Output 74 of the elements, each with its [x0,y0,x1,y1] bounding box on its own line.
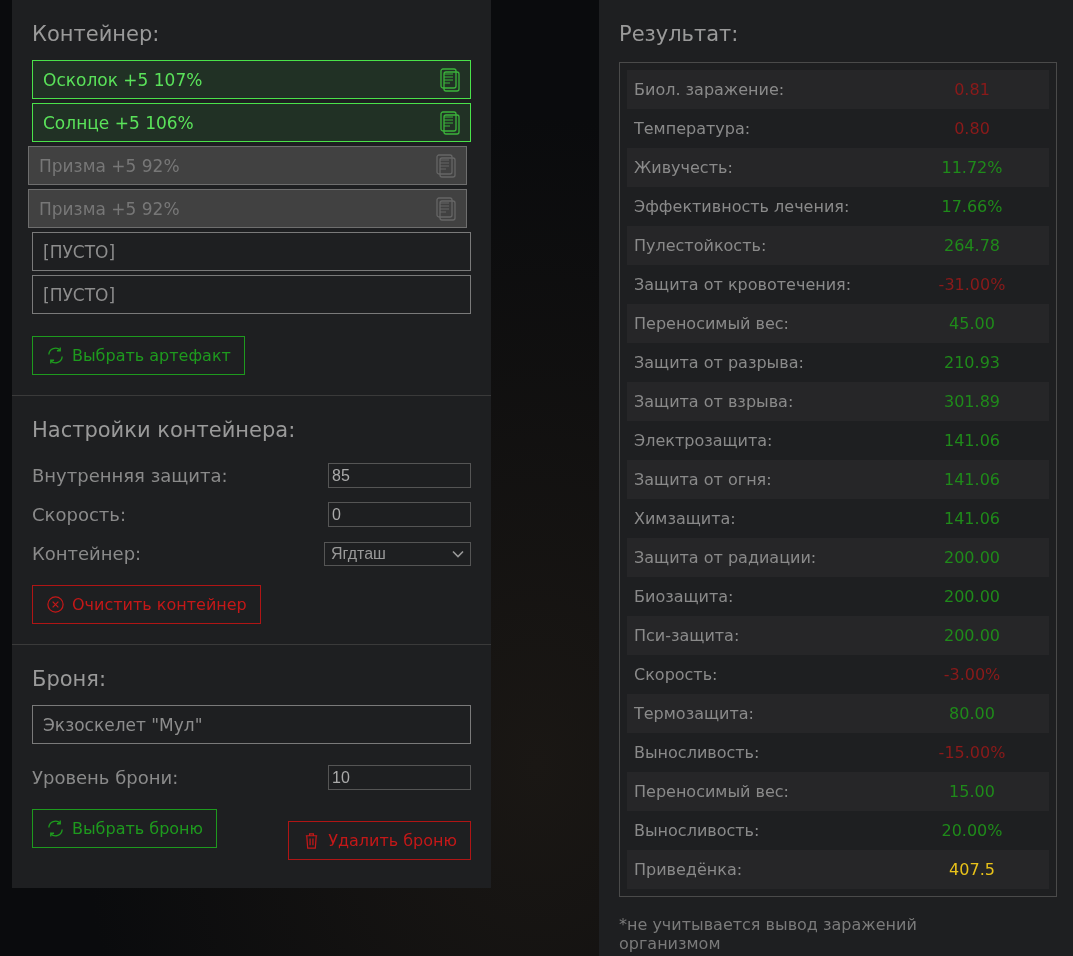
container-select[interactable]: Ягдташ [324,541,471,566]
stat-value: -31.00% [937,275,1007,294]
stat-label: Выносливость: [634,743,761,762]
stat-value: 0.80 [953,119,991,138]
stat-value: 141.06 [943,470,1001,489]
stat-value: 15.00 [948,782,996,801]
stat-label: Защита от радиации: [634,548,818,567]
stat-value: 20.00% [940,821,1004,840]
stat-label: Живучесть: [634,158,734,177]
stat-label: Пулестойкость: [634,236,768,255]
artifact-slot[interactable]: Осколок +5 107% [32,60,471,99]
stat-label: Переносимый вес: [634,782,790,801]
select-artifact-button[interactable]: Выбрать артефакт [32,336,245,375]
footnote: *не учитывается вывод заражений организмом [619,915,918,954]
stat-value: 11.72% [940,158,1004,177]
section-title: Броня: [32,667,108,691]
stat-label: Химзащита: [634,509,737,528]
artifact-slot[interactable]: Солнце +5 106% [32,103,471,142]
stat-label: Приведёнка: [634,860,744,879]
stat-label: Электрозащита: [634,431,774,450]
stat-label: Выносливость: [634,821,761,840]
stat-value: 301.89 [943,392,1001,411]
stat-value: 200.00 [943,587,1001,606]
section-title: Настройки контейнера: [32,418,297,442]
stat-value: 141.06 [943,509,1001,528]
field-label: Скорость: [32,504,126,525]
stat-label: Биол. заражение: [634,80,786,99]
stat-label: Защита от разрыва: [634,353,805,372]
stat-value: 141.06 [943,431,1001,450]
clear-container-button[interactable]: Очистить контейнер [32,585,261,624]
stat-value: -15.00% [937,743,1007,762]
number-input[interactable]: 0 [328,502,471,527]
stat-value: 45.00 [948,314,996,333]
stat-label: Защита от взрыва: [634,392,795,411]
section-title: Контейнер: [32,22,161,46]
documents-icon[interactable] [440,110,460,135]
armor-field[interactable]: Экзоскелет "Мул" [32,705,471,744]
select-armor-button[interactable]: Выбрать броню [32,809,217,848]
stat-value: 264.78 [943,236,1001,255]
stat-value: 17.66% [940,197,1004,216]
artifact-label: [ПУСТО] [43,284,116,305]
close-circle-icon [46,595,65,614]
chevron-down-icon [452,549,464,558]
stat-value: 407.5 [948,860,996,879]
stat-label: Защита от кровотечения: [634,275,853,294]
stat-label: Переносимый вес: [634,314,790,333]
field-label: Внутренняя защита: [32,465,228,486]
field-label: Контейнер: [32,543,142,564]
stat-value: 80.00 [948,704,996,723]
artifact-label: [ПУСТО] [43,241,116,262]
number-input[interactable]: 85 [328,463,471,488]
stat-label: Биозащита: [634,587,735,606]
stat-value: 210.93 [943,353,1001,372]
refresh-icon [46,346,65,365]
artifact-slot[interactable]: [ПУСТО] [32,275,471,314]
number-input[interactable]: 10 [328,765,471,790]
stat-value: 200.00 [943,548,1001,567]
stat-label: Эффективность лечения: [634,197,851,216]
stat-value: 0.81 [953,80,991,99]
stat-value: 200.00 [943,626,1001,645]
field-label: Уровень брони: [32,767,179,788]
artifact-label: Осколок +5 107% [43,69,203,90]
refresh-icon [46,819,65,838]
section-title: Результат: [619,22,740,46]
stat-label: Температура: [634,119,752,138]
documents-icon[interactable] [440,67,460,92]
stat-label: Термозащита: [634,704,755,723]
stat-label: Скорость: [634,665,719,684]
delete-armor-button[interactable]: Удалить броню [288,821,471,860]
artifact-slot[interactable]: [ПУСТО] [32,232,471,271]
stat-label: Защита от огня: [634,470,773,489]
stat-label: Пси-защита: [634,626,741,645]
stat-value: -3.00% [942,665,1002,684]
artifact-label: Солнце +5 106% [43,112,194,133]
